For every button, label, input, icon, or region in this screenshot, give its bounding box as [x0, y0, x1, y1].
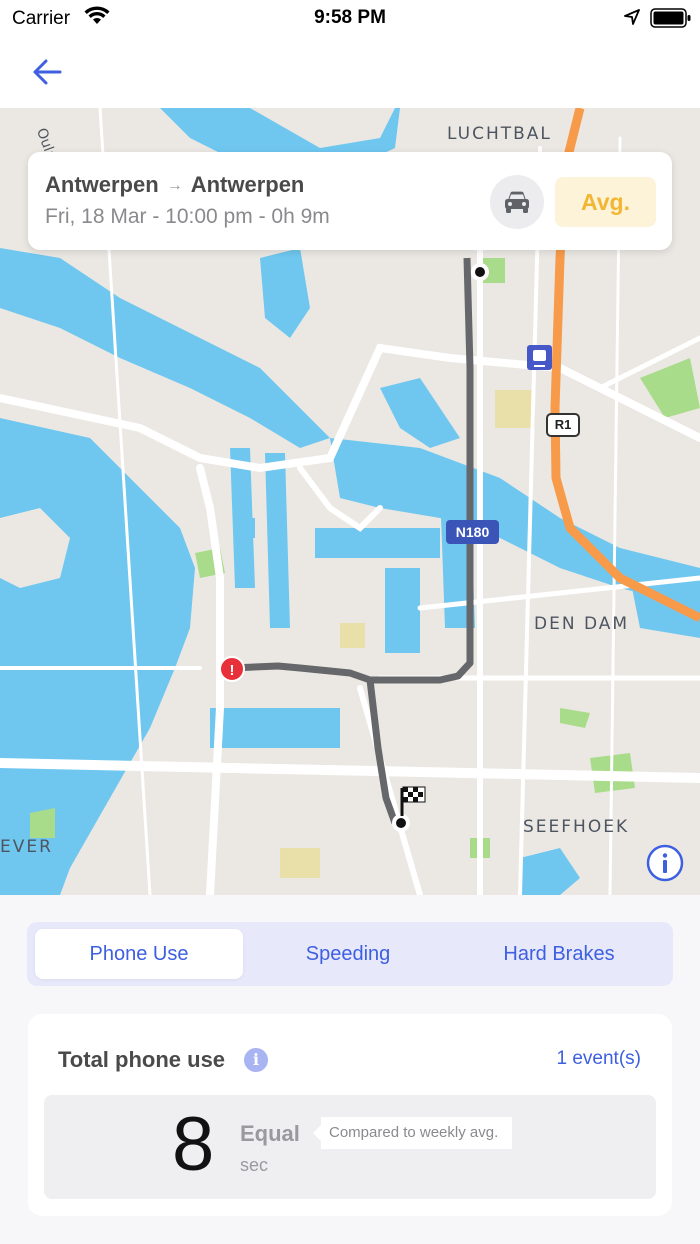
driving-score-badge: Avg. [555, 177, 656, 227]
comparison-tooltip: Compared to weekly avg. [312, 1117, 513, 1149]
trip-origin: Antwerpen [45, 172, 159, 197]
car-icon [505, 191, 529, 213]
status-bar: Carrier 9:58 PM [0, 0, 700, 36]
tab-phone-use[interactable]: Phone Use [35, 929, 243, 979]
clock: 9:58 PM [314, 7, 386, 28]
svg-text:!: ! [230, 662, 235, 679]
map-label-seefhoek: SEEFHOEK [523, 817, 630, 837]
trip-route: Antwerpen → Antwerpen [45, 172, 304, 198]
trip-detail-screen: Carrier 9:58 PM ! R1 N180 LUCHTBAL DEN D… [0, 0, 700, 1244]
location-arrow-icon [624, 9, 640, 25]
comparison-label: Equal [240, 1121, 300, 1146]
tab-speeding[interactable]: Speeding [245, 929, 451, 979]
tab-hard-brakes[interactable]: Hard Brakes [453, 929, 665, 979]
road-badge-r1: R1 [546, 413, 580, 437]
trip-summary-card: Antwerpen → Antwerpen Fri, 18 Mar - 10:00 … [28, 152, 672, 250]
vehicle-badge [490, 175, 544, 229]
unit-label: sec [240, 1155, 269, 1175]
map-info-icon[interactable] [646, 844, 684, 882]
event-count-link[interactable]: 1 event(s) [557, 1048, 641, 1070]
phone-use-summary-card: Total phone use i 1 event(s) 8 Equal sec… [28, 1014, 672, 1216]
stat-box: 8 Equal sec Compared to weekly avg. [44, 1095, 656, 1199]
trip-destination: Antwerpen [190, 172, 305, 197]
battery-icon [650, 8, 691, 28]
map-label-den-dam: DEN DAM [534, 614, 630, 634]
back-arrow-icon[interactable] [28, 54, 68, 90]
map-label-luchtbal: LUCHTBAL [447, 124, 552, 144]
summary-title: Total phone use [58, 1047, 226, 1072]
map-label-ever: EVER [0, 837, 53, 857]
trip-details: Fri, 18 Mar - 10:00 pm - 0h 9m [45, 205, 330, 228]
route-arrow-icon: → [166, 177, 183, 194]
info-icon[interactable]: i [244, 1048, 268, 1072]
road-badge-n180: N180 [446, 520, 499, 544]
event-tabs: Phone Use Speeding Hard Brakes [27, 922, 673, 986]
navigation-bar [0, 36, 700, 108]
phone-use-value: 8 [172, 1102, 215, 1187]
